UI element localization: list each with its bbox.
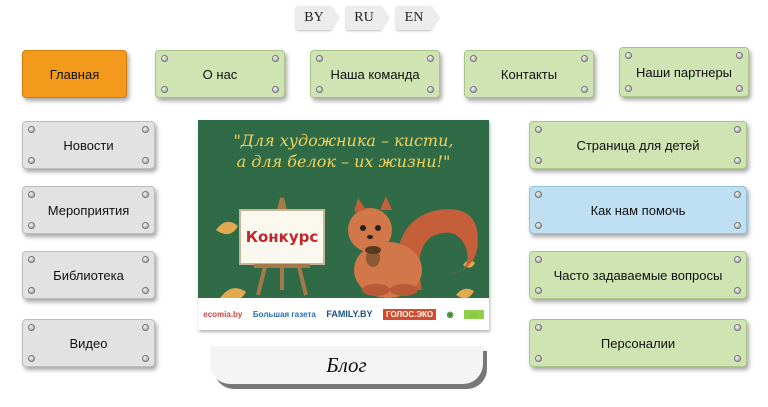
nav-contacts[interactable]: Контакты	[464, 50, 594, 98]
nav-events-label: Мероприятия	[47, 202, 130, 218]
nav-library[interactable]: Библиотека	[22, 251, 155, 299]
nav-partners-label: Наши партнеры	[635, 64, 733, 80]
nav-video-label: Видео	[69, 335, 108, 351]
sponsor-logos: ecomia.by Большая газета FAMILY.BY ГОЛОС…	[198, 298, 489, 330]
sponsor-logo-4: ГОЛОС.ЭКО	[383, 308, 437, 320]
nav-faq[interactable]: Часто задаваемые вопросы	[529, 251, 747, 299]
sponsor-logo-5: ◉	[446, 309, 454, 319]
lang-en[interactable]: EN	[396, 6, 440, 30]
nav-kids-page-label: Страница для детей	[576, 137, 700, 153]
nav-kids-page[interactable]: Страница для детей	[529, 121, 747, 169]
nav-how-to-help[interactable]: Как нам помочь	[529, 186, 747, 234]
nav-team[interactable]: Наша команда	[310, 50, 440, 98]
nav-personalities[interactable]: Персоналии	[529, 319, 747, 367]
nav-home-label: Главная	[49, 66, 100, 82]
lang-ru[interactable]: RU	[346, 6, 390, 30]
nav-library-label: Библиотека	[53, 267, 124, 283]
lang-by[interactable]: BY	[296, 6, 340, 30]
sponsor-logo-1: ecomia.by	[203, 309, 243, 319]
nav-home[interactable]: Главная	[22, 50, 127, 98]
nav-about[interactable]: О нас	[155, 50, 285, 98]
nav-events[interactable]: Мероприятия	[22, 186, 155, 234]
nav-team-label: Наша команда	[330, 66, 420, 82]
sponsor-logo-6: ▭	[464, 309, 484, 319]
nav-contacts-label: Контакты	[500, 66, 558, 82]
sponsor-logo-3: FAMILY.BY	[326, 309, 373, 319]
contest-banner[interactable]: "Для художника – кисти, а для белок – их…	[198, 120, 489, 330]
nav-personalities-label: Персоналии	[600, 335, 676, 351]
nav-faq-label: Часто задаваемые вопросы	[553, 267, 723, 283]
nav-news[interactable]: Новости	[22, 121, 155, 169]
nav-video[interactable]: Видео	[22, 319, 155, 367]
nav-about-label: О нас	[202, 66, 238, 82]
nav-news-label: Новости	[63, 137, 114, 153]
nav-partners[interactable]: Наши партнеры	[619, 47, 749, 97]
nav-how-to-help-label: Как нам помочь	[590, 202, 686, 218]
sponsor-logo-2: Большая газета	[252, 309, 316, 319]
blog-button[interactable]: Блог	[210, 346, 483, 384]
blog-label: Блог	[326, 352, 367, 377]
